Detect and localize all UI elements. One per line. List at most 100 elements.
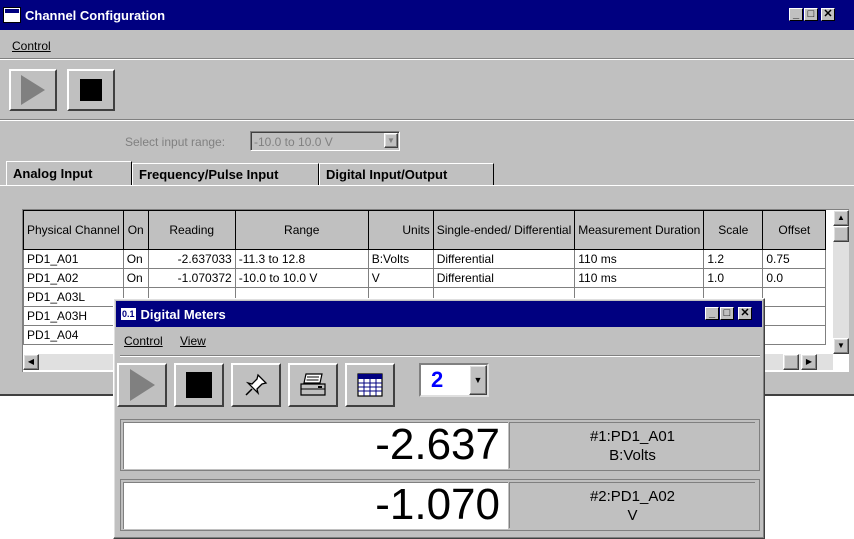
play-icon — [129, 369, 155, 401]
digital-meters-titlebar[interactable]: 0.1 Digital Meters — [116, 301, 762, 327]
cell-scale[interactable]: 1.0 — [703, 268, 764, 288]
cell-range[interactable]: -11.3 to 12.8 — [234, 249, 369, 269]
window-title: Digital Meters — [140, 306, 226, 322]
pushpin-icon — [245, 373, 268, 396]
column-header[interactable]: Physical Channel — [23, 210, 124, 250]
menu-control[interactable]: Control — [12, 39, 51, 53]
chevron-down-icon[interactable]: ▼ — [384, 133, 398, 148]
maximize-button[interactable]: □ — [720, 307, 734, 320]
minimize-button[interactable]: _ — [705, 307, 719, 320]
meter-panel: -2.637 #1:PD1_A01 B:Volts — [120, 419, 760, 471]
cell-physical-channel[interactable]: PD1_A02 — [23, 268, 124, 288]
meter-display: -2.637 — [123, 420, 508, 469]
chevron-down-icon[interactable]: ▼ — [469, 365, 487, 395]
meter-value: -2.637 — [375, 420, 500, 469]
maximize-button[interactable]: □ — [804, 8, 818, 21]
meter-count-select[interactable]: 2 ▼ — [419, 363, 489, 397]
vertical-scrollbar[interactable]: ▲ ▼ — [833, 210, 849, 354]
input-range-select[interactable]: -10.0 to 10.0 V ▼ — [250, 131, 400, 151]
scroll-thumb[interactable] — [783, 354, 799, 370]
menu-bar: Control View — [114, 330, 762, 352]
divider — [0, 59, 854, 60]
minimize-button[interactable]: _ — [789, 8, 803, 21]
column-header[interactable]: Single-ended/ Differential — [432, 210, 576, 250]
meter-channel-name: #1:PD1_A01 — [589, 428, 676, 445]
table-view-button[interactable] — [345, 363, 395, 407]
print-button[interactable] — [288, 363, 338, 407]
tab-strip: Analog Input Frequency/Pulse Input Digit… — [6, 161, 846, 187]
cell-on[interactable]: On — [122, 268, 149, 288]
menu-bar: Control — [0, 34, 854, 56]
menu-view[interactable]: View — [180, 334, 206, 348]
column-header[interactable]: Measurement Duration — [574, 210, 705, 250]
cell-physical-channel[interactable]: PD1_A03H — [23, 306, 124, 326]
cell-single-ended[interactable]: Differential — [432, 268, 576, 288]
stop-icon — [186, 372, 212, 398]
cell-reading[interactable]: -1.070372 — [147, 268, 236, 288]
scroll-up-button[interactable]: ▲ — [833, 210, 849, 226]
meter-units: V — [627, 507, 638, 524]
cell-physical-channel[interactable]: PD1_A03L — [23, 287, 124, 307]
cell-scale[interactable]: 1.2 — [703, 249, 764, 269]
meter-count-value: 2 — [431, 367, 444, 392]
meter-channel-label: #1:PD1_A01 B:Volts — [509, 422, 755, 468]
run-button[interactable] — [117, 363, 167, 407]
divider — [120, 356, 760, 357]
tab-frequency-pulse-input[interactable]: Frequency/Pulse Input — [132, 163, 319, 185]
tab-label: Digital Input/Output — [326, 167, 448, 182]
cell-duration[interactable]: 110 ms — [574, 249, 705, 269]
stop-button[interactable] — [174, 363, 224, 407]
printer-icon — [300, 373, 326, 396]
pin-button[interactable] — [231, 363, 281, 407]
grid-table-icon — [357, 373, 383, 397]
tab-digital-input-output[interactable]: Digital Input/Output — [319, 163, 494, 185]
cell-reading[interactable]: -2.637033 — [147, 249, 236, 269]
close-button[interactable]: ✕ — [738, 307, 752, 320]
window-icon — [3, 7, 21, 23]
cell-duration[interactable]: 110 ms — [574, 268, 705, 288]
tab-analog-input[interactable]: Analog Input — [6, 161, 132, 185]
column-header[interactable]: Range — [234, 210, 369, 250]
select-range-label: Select input range: — [125, 135, 226, 149]
input-range-value: -10.0 to 10.0 V — [254, 135, 333, 149]
column-header[interactable]: Units — [367, 210, 434, 250]
meter-channel-label: #2:PD1_A02 V — [509, 482, 755, 528]
channel-config-titlebar[interactable]: Channel Configuration — [0, 0, 854, 30]
cell-offset[interactable]: 0.0 — [762, 268, 827, 288]
table-row[interactable]: PD1_A02 On -1.070372 -10.0 to 10.0 V V D… — [23, 268, 827, 288]
close-button[interactable]: ✕ — [821, 8, 835, 21]
column-header[interactable]: Offset — [762, 210, 827, 250]
cell-on[interactable]: On — [122, 249, 149, 269]
scroll-thumb[interactable] — [833, 226, 849, 242]
stop-button[interactable] — [67, 69, 115, 111]
play-icon — [21, 75, 45, 105]
divider — [0, 120, 854, 121]
column-header[interactable]: Reading — [147, 210, 236, 250]
tab-label: Frequency/Pulse Input — [139, 167, 279, 182]
cell-units[interactable]: B:Volts — [367, 249, 434, 269]
column-header[interactable]: On — [122, 210, 149, 250]
column-header[interactable]: Scale — [703, 210, 764, 250]
meter-channel-name: #2:PD1_A02 — [589, 488, 676, 505]
table-header-row: Physical Channel On Reading Range Units … — [23, 210, 827, 250]
digital-meters-window: 0.1 Digital Meters _ □ ✕ Control View 2 … — [113, 298, 765, 539]
cell-physical-channel[interactable]: PD1_A01 — [23, 249, 124, 269]
menu-control[interactable]: Control — [124, 334, 163, 348]
cell-single-ended[interactable]: Differential — [432, 249, 576, 269]
cell-offset[interactable]: 0.75 — [762, 249, 827, 269]
scroll-left-button[interactable]: ◀ — [23, 354, 39, 370]
meter-units: B:Volts — [609, 447, 656, 464]
tab-panel-top — [0, 185, 854, 186]
cell-units[interactable]: V — [367, 268, 434, 288]
meter-display: -1.070 — [123, 480, 508, 529]
scroll-down-button[interactable]: ▼ — [833, 338, 849, 354]
tab-label: Analog Input — [13, 166, 93, 181]
meter-app-icon: 0.1 — [120, 307, 137, 321]
table-row[interactable]: PD1_A01 On -2.637033 -11.3 to 12.8 B:Vol… — [23, 249, 827, 269]
scroll-right-button[interactable]: ▶ — [801, 354, 817, 370]
run-button[interactable] — [9, 69, 57, 111]
cell-physical-channel[interactable]: PD1_A04 — [23, 325, 124, 345]
meter-value: -1.070 — [375, 480, 500, 529]
meter-panel: -1.070 #2:PD1_A02 V — [120, 479, 760, 531]
cell-range[interactable]: -10.0 to 10.0 V — [234, 268, 369, 288]
